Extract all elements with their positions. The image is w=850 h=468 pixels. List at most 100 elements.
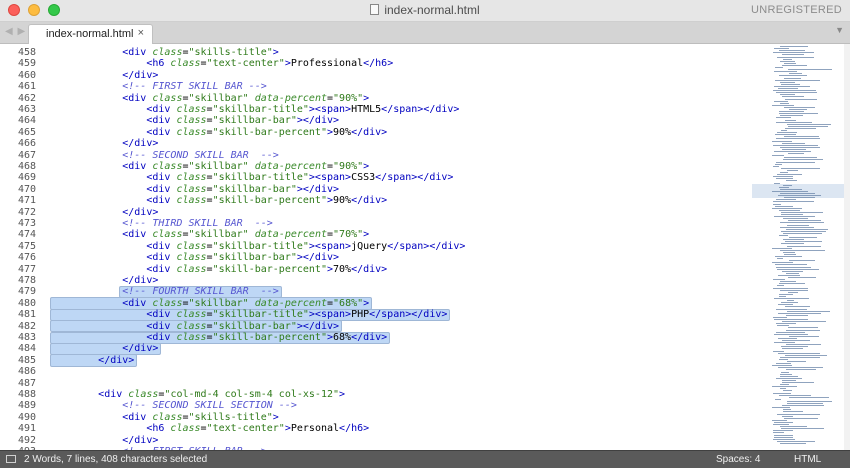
code-line[interactable]: <!-- FIRST SKILL BAR --> — [50, 81, 267, 92]
syntax-selector[interactable]: HTML — [794, 454, 821, 465]
code-line[interactable]: <!-- SECOND SKILL SECTION --> — [50, 400, 297, 411]
minimap-line — [780, 81, 795, 83]
code-token: <div — [146, 263, 177, 275]
minimap-line — [782, 96, 804, 98]
minimap-line — [779, 186, 789, 188]
code-token: ><span> — [308, 240, 352, 252]
code-line[interactable]: <div class="skillbar-bar"></div> — [50, 252, 339, 263]
code-token: <div — [146, 126, 177, 138]
minimap-line — [780, 373, 792, 375]
minimap-line — [785, 98, 817, 100]
tab-label: index-normal.html — [46, 28, 134, 40]
minimap-line — [788, 153, 804, 155]
minimap-line — [789, 237, 817, 239]
code-line[interactable]: <h6 class="text-center">Personal</h6> — [50, 423, 369, 434]
minimap-line — [774, 436, 793, 438]
tab-index-normal[interactable]: index-normal.html × — [28, 24, 153, 44]
code-line[interactable]: <div class="skillbar" data-percent="68%"… — [50, 298, 369, 309]
line-number: 486 — [17, 366, 36, 378]
code-line[interactable]: <div class="skillbar" data-percent="70%"… — [50, 229, 369, 240]
minimap-line — [779, 75, 807, 77]
code-editor[interactable]: 458 459 460 461 462 463 464 465 466 467 468 469 470 4… — [0, 44, 850, 450]
minimap-line — [775, 256, 802, 257]
panel-toggle-icon[interactable] — [6, 455, 16, 463]
code-token: 90% — [333, 126, 352, 138]
minimap-line — [787, 361, 806, 362]
minimap-line — [781, 302, 798, 304]
minimap-line — [788, 125, 828, 127]
code-line[interactable]: <h6 class="text-center">Professional</h6… — [50, 58, 393, 69]
tab-bar: ◀ ▶ index-normal.html × ▼ — [0, 22, 850, 44]
code-line[interactable]: </div> — [50, 355, 134, 366]
code-line[interactable]: <div class="skillbar-bar"></div> — [50, 321, 339, 332]
code-line[interactable]: <div class="skillbar-title"><span>jQuery… — [50, 241, 465, 252]
code-token: <div — [122, 92, 153, 104]
code-line[interactable]: <div class="skill-bar-percent">70%</div> — [50, 264, 387, 275]
code-token: class — [176, 309, 207, 321]
minimap-line — [780, 172, 788, 173]
code-line[interactable]: <div class="skillbar-title"><span>CSS3</… — [50, 172, 453, 183]
code-line[interactable]: </div> — [50, 275, 158, 286]
minimap-line — [786, 329, 820, 331]
code-line[interactable]: <div class="skill-bar-percent">90%</div> — [50, 195, 387, 206]
minimap-line — [784, 417, 818, 419]
code-token: "skillbar-title" — [212, 309, 309, 321]
code-token: <div — [146, 320, 177, 332]
tab-overflow-dropdown-icon[interactable]: ▼ — [835, 25, 844, 35]
code-line[interactable]: <div class="skills-title"> — [50, 412, 279, 423]
minimap-line — [780, 102, 789, 104]
minimap-line — [780, 249, 825, 251]
code-line[interactable]: <div class="skills-title"> — [50, 47, 279, 58]
vertical-scrollbar[interactable] — [844, 44, 850, 450]
code-line[interactable]: <div class="skillbar-title"><span>HTML5<… — [50, 104, 459, 115]
minimap-line — [787, 224, 809, 226]
code-line[interactable]: </div> — [50, 435, 158, 446]
code-token: <div — [146, 183, 177, 195]
code-line[interactable]: <div class="skillbar-title"><span>PHP</s… — [50, 309, 447, 320]
code-line[interactable]: <div class="skillbar" data-percent="90%"… — [50, 93, 369, 104]
code-line[interactable]: <div class="skillbar-bar"></div> — [50, 115, 339, 126]
minimap[interactable] — [752, 44, 844, 450]
code-line[interactable]: <!-- SECOND SKILL BAR --> — [50, 150, 279, 161]
code-line[interactable]: </div> — [50, 207, 158, 218]
code-line[interactable]: <div class="skillbar" data-percent="90%"… — [50, 161, 369, 172]
code-token: <!-- THIRD SKILL BAR --> — [122, 218, 273, 229]
code-line[interactable]: <div class="skillbar-bar"></div> — [50, 184, 339, 195]
minimap-line — [778, 312, 821, 314]
code-token: "70%" — [333, 229, 364, 241]
tab-close-icon[interactable]: × — [138, 27, 144, 39]
code-line[interactable]: <!-- FOURTH SKILL BAR --> — [50, 286, 279, 297]
code-line[interactable]: <div class="skill-bar-percent">68%</div> — [50, 332, 387, 343]
code-line[interactable]: <div class="skill-bar-percent">90%</div> — [50, 127, 387, 138]
minimap-line — [786, 369, 816, 371]
indentation-setting[interactable]: Spaces: 4 — [716, 454, 760, 465]
line-number: 465 — [17, 126, 36, 138]
minimap-line — [786, 180, 797, 182]
code-token: <div — [146, 240, 177, 252]
code-token: </div> — [122, 275, 159, 286]
code-line[interactable]: </div> — [50, 343, 158, 354]
code-line[interactable]: </div> — [50, 138, 158, 149]
minimap-line — [789, 73, 802, 75]
code-token: </span></div> — [387, 240, 466, 252]
minimap-line — [785, 354, 827, 356]
code-token: class — [170, 423, 201, 435]
code-line[interactable]: <div class="col-md-4 col-sm-4 col-xs-12"… — [50, 389, 345, 400]
tab-navigation-arrows-icon[interactable]: ◀ ▶ — [5, 26, 26, 37]
code-line[interactable]: </div> — [50, 70, 158, 81]
code-token: ></div> — [296, 320, 340, 332]
code-line[interactable]: <!-- THIRD SKILL BAR --> — [50, 218, 273, 229]
